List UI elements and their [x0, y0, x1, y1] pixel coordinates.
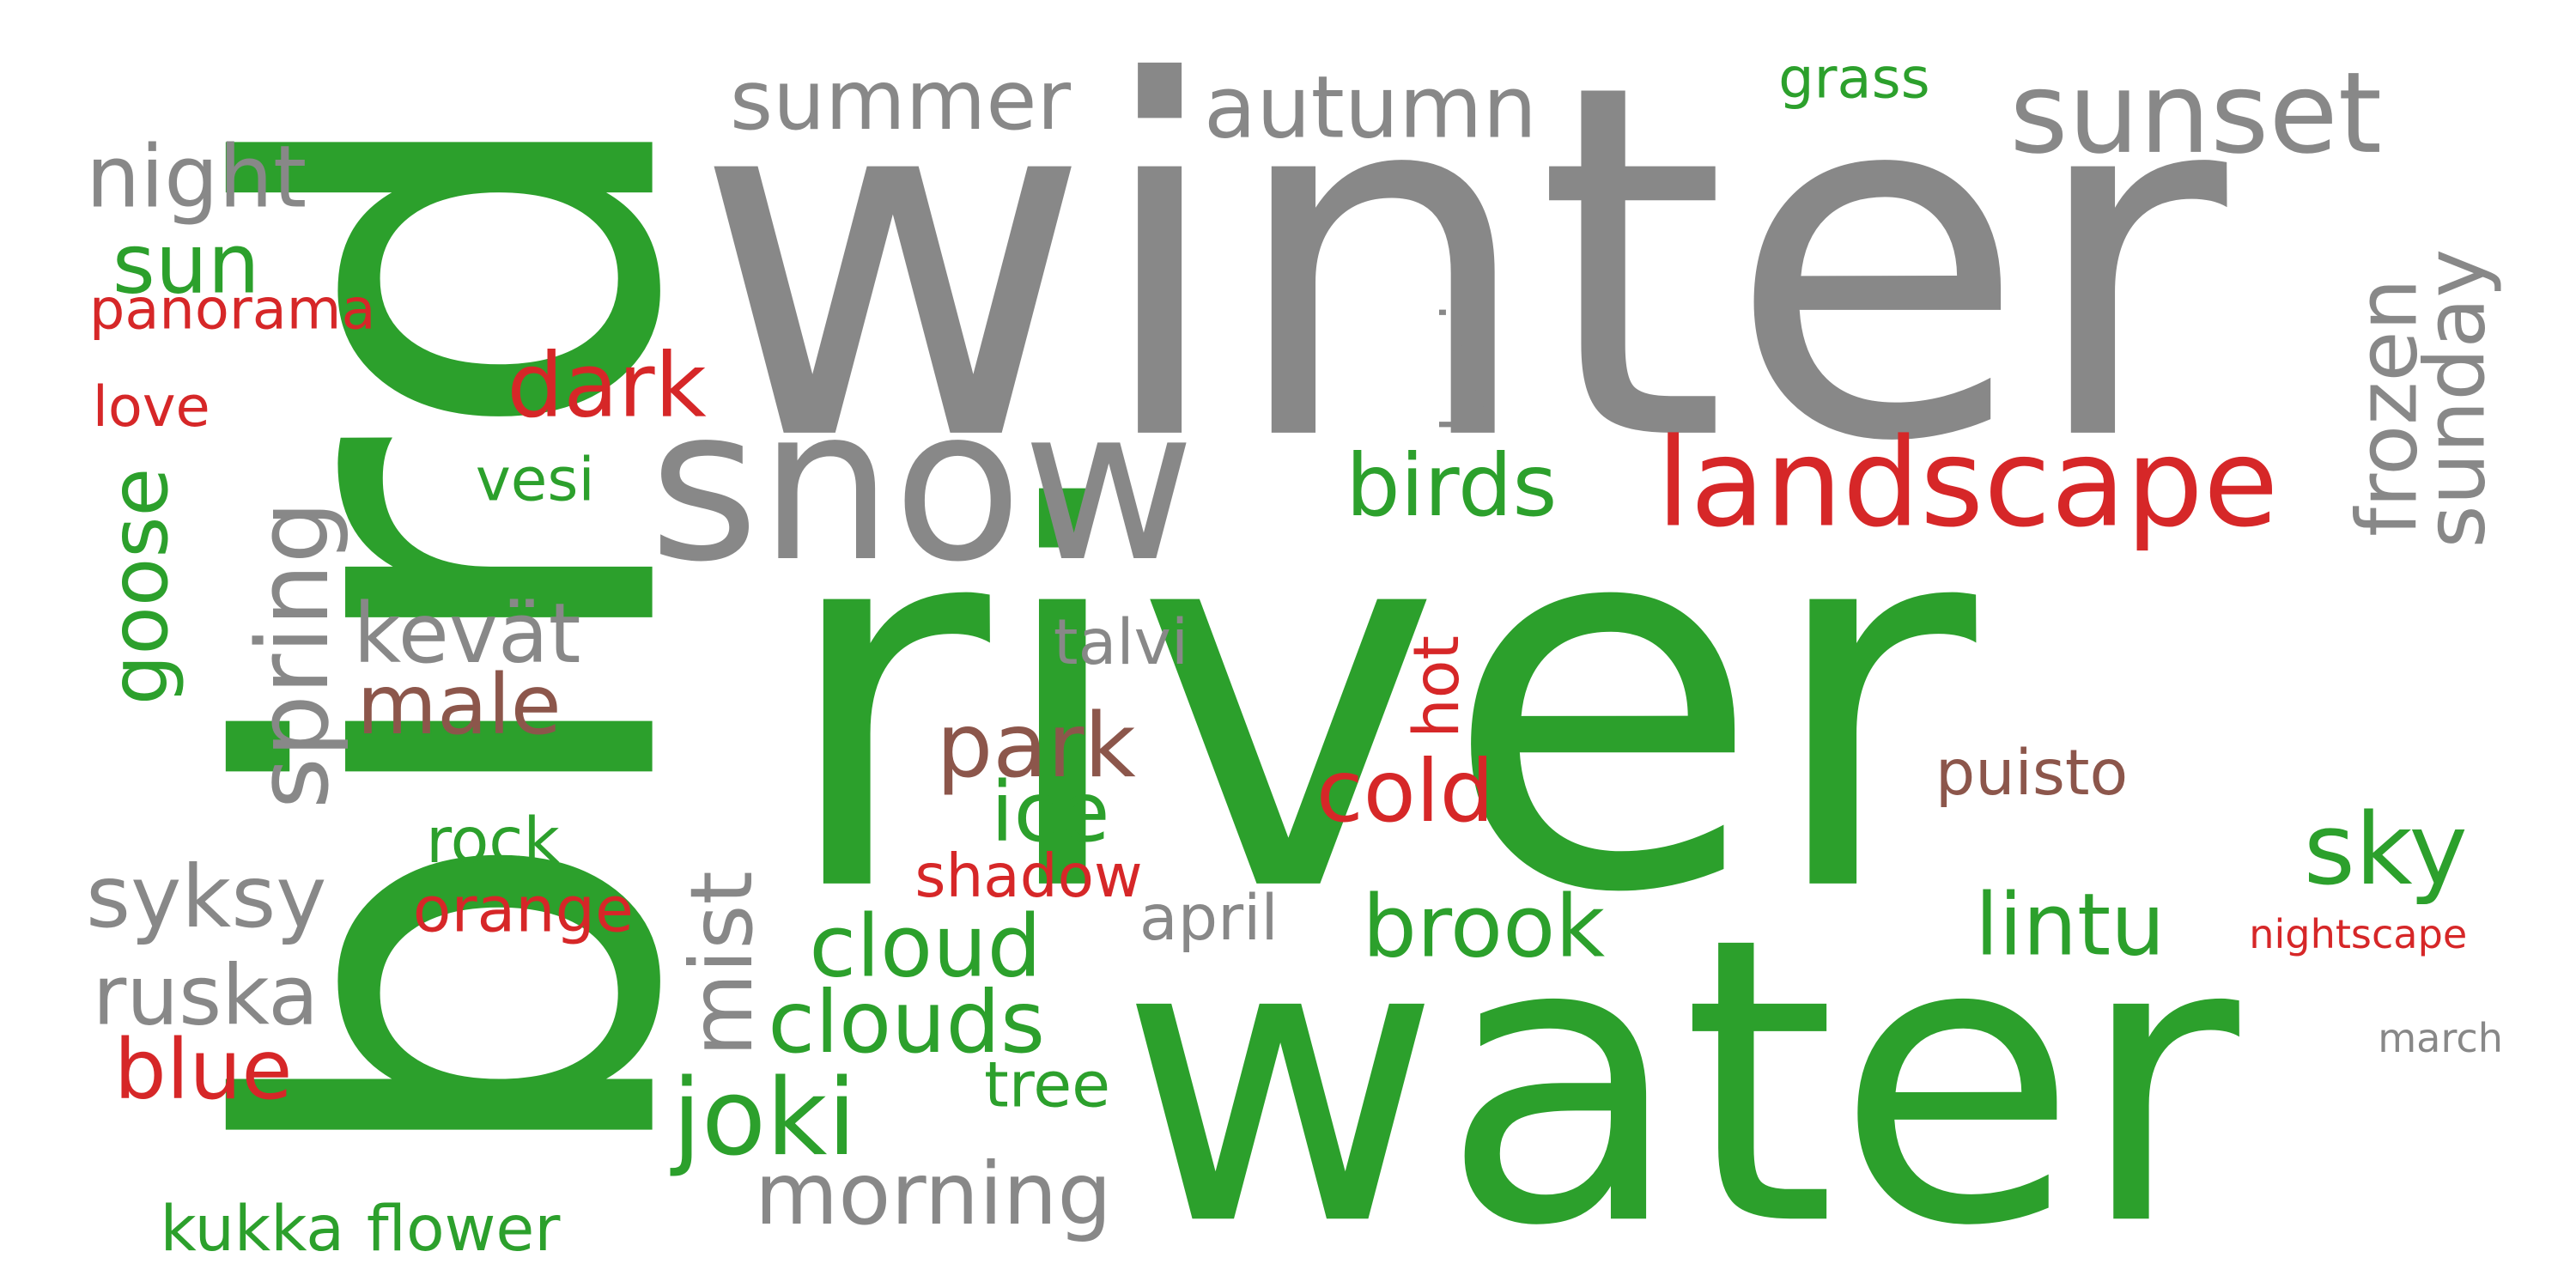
word-rock: rock — [426, 805, 560, 878]
word-goose: goose — [93, 468, 185, 705]
word-cloud: bird winter river water snow landscape s… — [86, 0, 2503, 1288]
word-hot: hot — [1400, 635, 1473, 738]
word-dark: dark — [507, 335, 706, 438]
word-love: love — [93, 374, 210, 440]
word-sunset: sunset — [2009, 48, 2382, 179]
word-panorama: panorama — [89, 277, 376, 343]
word-cloud-words: bird winter river water snow landscape s… — [86, 0, 2503, 1288]
word-blue: blue — [114, 1022, 293, 1118]
word-morning: morning — [755, 1144, 1112, 1244]
word-snow: snow — [649, 363, 1195, 609]
word-nightscape: nightscape — [2249, 911, 2467, 957]
word-talvi: talvi — [1054, 606, 1188, 679]
word-autumn: autumn — [1204, 58, 1537, 158]
word-summer: summer — [730, 52, 1071, 149]
word-orange: orange — [413, 874, 634, 947]
word-night: night — [86, 126, 307, 227]
word-grass: grass — [1778, 46, 1930, 111]
word-kukka: kukka — [161, 1193, 344, 1266]
word-mist: mist — [671, 871, 772, 1057]
word-brook: brook — [1363, 876, 1606, 976]
word-lumi: lumi — [1431, 304, 1499, 433]
word-sky: sky — [2304, 793, 2468, 908]
word-march: march — [2378, 1015, 2503, 1061]
word-male: male — [356, 657, 561, 753]
word-sunday: sunday — [2407, 249, 2503, 549]
word-april: april — [1139, 882, 1279, 955]
word-spring: spring — [236, 501, 351, 809]
word-cold: cold — [1316, 741, 1494, 841]
word-lintu: lintu — [1975, 875, 2166, 975]
word-landscape: landscape — [1656, 412, 2279, 555]
word-syksy: syksy — [86, 847, 326, 947]
word-flower: flower — [367, 1193, 561, 1266]
word-vesi: vesi — [476, 447, 595, 515]
word-tree: tree — [984, 1048, 1110, 1121]
word-puisto: puisto — [1935, 737, 2128, 810]
word-birds: birds — [1346, 435, 1557, 536]
